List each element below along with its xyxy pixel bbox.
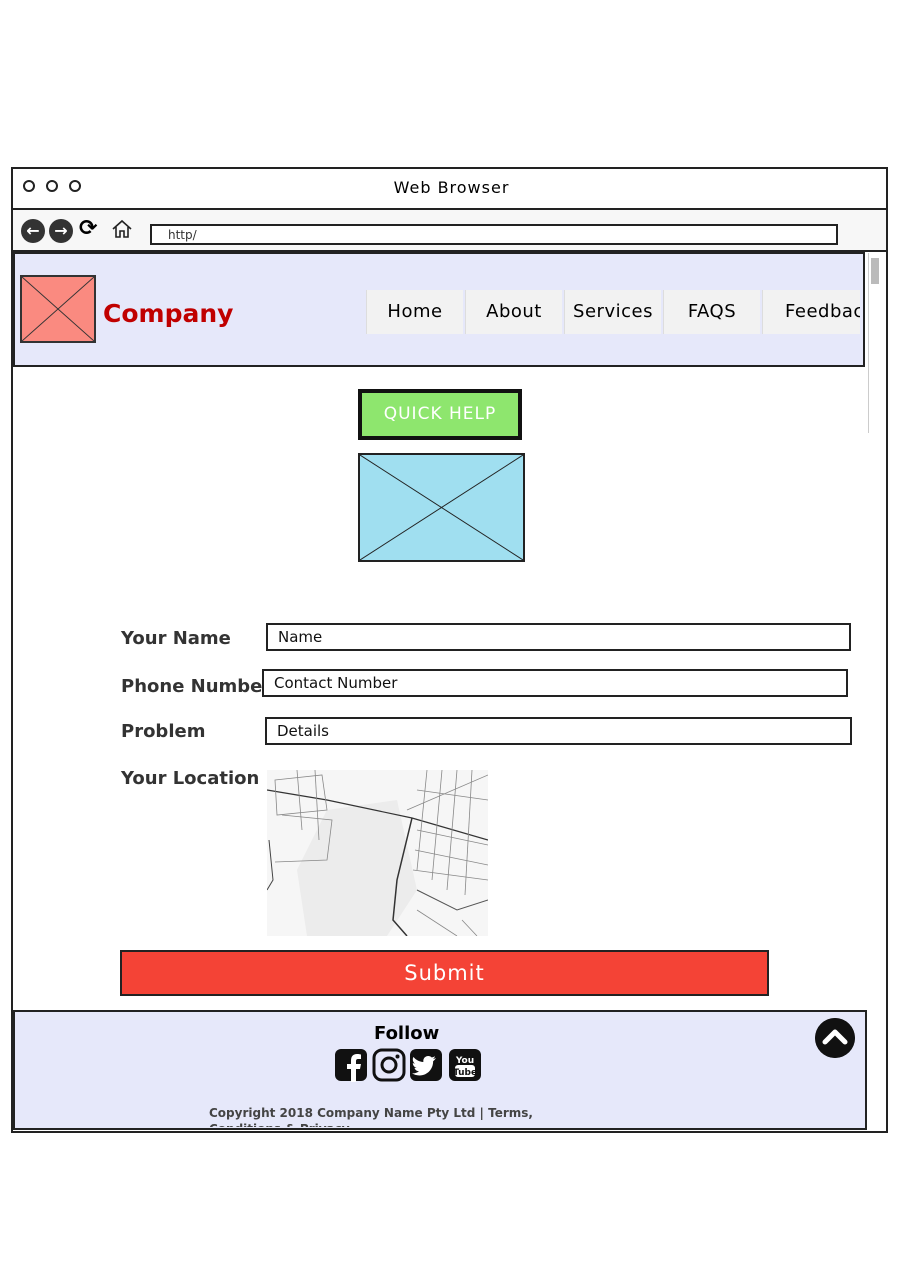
window-title: Web Browser: [393, 178, 510, 197]
nav-item-about[interactable]: About: [465, 290, 562, 334]
name-label: Your Name: [121, 628, 231, 649]
svg-text:You: You: [455, 1056, 474, 1066]
svg-text:Tube: Tube: [453, 1068, 477, 1078]
back-to-top-icon[interactable]: [815, 1018, 855, 1058]
scrollbar-thumb[interactable]: [871, 258, 879, 284]
twitter-icon[interactable]: [409, 1048, 443, 1082]
location-map[interactable]: [267, 770, 488, 936]
submit-button[interactable]: Submit: [120, 950, 769, 996]
instagram-icon[interactable]: [372, 1048, 406, 1082]
home-icon[interactable]: [111, 218, 133, 240]
image-placeholder: [358, 453, 525, 562]
nav-item-services[interactable]: Services: [564, 290, 661, 334]
back-arrow-icon[interactable]: ←: [21, 219, 45, 243]
forward-arrow-icon[interactable]: →: [49, 219, 73, 243]
copyright-text: Copyright 2018 Company Name Pty Ltd | Te…: [209, 1106, 533, 1127]
follow-heading: Follow: [374, 1023, 440, 1044]
title-bar: Web Browser: [11, 167, 888, 210]
reload-icon[interactable]: ⟳: [79, 216, 97, 241]
location-label: Your Location: [121, 768, 260, 789]
company-name[interactable]: Company: [103, 299, 233, 328]
problem-label: Problem: [121, 721, 206, 742]
nav-item-feedback[interactable]: Feedbac: [762, 290, 860, 334]
youtube-icon[interactable]: You Tube: [448, 1048, 482, 1082]
address-bar[interactable]: http/: [150, 224, 838, 245]
nav-item-home[interactable]: Home: [366, 290, 463, 334]
phone-label: Phone Number: [121, 676, 272, 697]
problem-input[interactable]: Details: [265, 717, 852, 745]
nav-item-faqs[interactable]: FAQS: [663, 290, 760, 334]
facebook-icon[interactable]: [334, 1048, 368, 1082]
name-input[interactable]: Name: [266, 623, 851, 651]
quick-help-button[interactable]: QUICK HELP: [358, 389, 522, 440]
logo-placeholder-image[interactable]: [20, 275, 96, 343]
phone-input[interactable]: Contact Number: [262, 669, 848, 697]
